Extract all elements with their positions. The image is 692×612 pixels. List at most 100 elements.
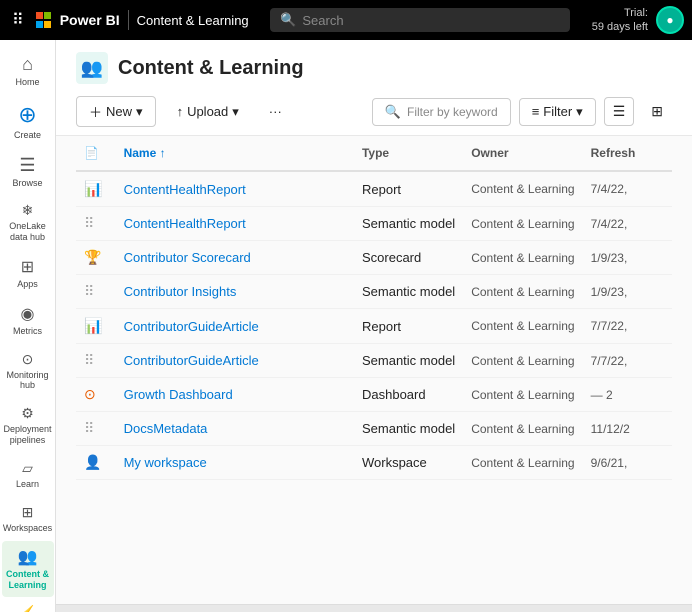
- sidebar-item-metrics[interactable]: ◉ Metrics: [2, 298, 54, 343]
- row-refresh: 7/7/22,: [583, 344, 672, 378]
- sidebar-label-apps: Apps: [17, 279, 38, 290]
- sidebar-item-content-learning[interactable]: 👥 Content & Learning: [2, 541, 54, 597]
- powerbi-icon: ⚡: [16, 605, 38, 612]
- toolbar: ＋ New ▾ ↑ Upload ▾ ··· 🔍 Filter by keywo…: [76, 96, 672, 135]
- search-icon: 🔍: [280, 12, 296, 28]
- sidebar-item-home[interactable]: ⌂ Home: [2, 48, 54, 94]
- workspaces-icon: ⊞: [22, 504, 34, 521]
- col-header-type[interactable]: Type: [354, 136, 463, 171]
- filter-keyword-label: Filter by keyword: [407, 105, 498, 119]
- view-list-button[interactable]: ☰: [604, 97, 635, 126]
- grid-menu-icon[interactable]: ⠿: [8, 6, 28, 34]
- col-header-owner[interactable]: Owner: [463, 136, 582, 171]
- report-icon: 📊: [84, 181, 103, 198]
- row-name[interactable]: Contributor Insights: [116, 275, 354, 309]
- deployment-icon: ⚙: [21, 405, 34, 422]
- col-header-refresh[interactable]: Refresh: [583, 136, 672, 171]
- sidebar-item-create[interactable]: ⊕ Create: [2, 96, 54, 147]
- sidebar-item-apps[interactable]: ⊞ Apps: [2, 251, 54, 296]
- table-row[interactable]: ⠿DocsMetadataSemantic modelContent & Lea…: [76, 412, 672, 446]
- row-name[interactable]: ContributorGuideArticle: [116, 309, 354, 344]
- search-bar[interactable]: 🔍: [270, 8, 570, 32]
- row-owner: Content & Learning: [463, 412, 582, 446]
- table-row[interactable]: ⠿ContributorGuideArticleSemantic modelCo…: [76, 344, 672, 378]
- row-name[interactable]: DocsMetadata: [116, 412, 354, 446]
- upload-label: Upload: [187, 104, 228, 119]
- table-row[interactable]: ⊙ Growth DashboardDashboardContent & Lear…: [76, 378, 672, 412]
- row-owner: Content & Learning: [463, 378, 582, 412]
- row-type-icon: ⠿: [76, 344, 116, 378]
- sidebar-item-learn[interactable]: ▱ Learn: [2, 454, 54, 496]
- row-owner: Content & Learning: [463, 309, 582, 344]
- row-owner: Content & Learning: [463, 171, 582, 207]
- list-view-icon: ☰: [613, 103, 626, 119]
- row-type: Semantic model: [354, 207, 463, 241]
- row-type: Dashboard: [354, 378, 463, 412]
- microsoft-logo: [36, 12, 52, 28]
- avatar[interactable]: ●: [656, 6, 684, 34]
- horizontal-scrollbar[interactable]: [56, 604, 692, 612]
- row-type-icon: 🏆: [76, 241, 116, 275]
- row-name[interactable]: ContributorGuideArticle: [116, 344, 354, 378]
- sidebar: ⌂ Home ⊕ Create ☰ Browse ❄ OneLake data …: [0, 40, 56, 612]
- table-row[interactable]: ⠿ContentHealthReportSemantic modelConten…: [76, 207, 672, 241]
- view-options-icon: ⊞: [651, 103, 663, 119]
- upload-button[interactable]: ↑ Upload ▾: [164, 98, 252, 126]
- row-name[interactable]: My workspace: [116, 446, 354, 480]
- row-type-icon: ⊙: [76, 378, 116, 412]
- scorecard-icon: 🏆: [84, 249, 101, 265]
- table-row[interactable]: 📊ContributorGuideArticleReportContent & …: [76, 309, 672, 344]
- table-row[interactable]: ⠿Contributor InsightsSemantic modelConte…: [76, 275, 672, 309]
- row-name[interactable]: ContentHealthReport: [116, 207, 354, 241]
- table-row[interactable]: 👤 My workspaceWorkspaceContent & Learning…: [76, 446, 672, 480]
- row-type: Scorecard: [354, 241, 463, 275]
- table-header-row: 📄 Name ↑ Type Owner Refresh: [76, 136, 672, 171]
- row-type: Semantic model: [354, 275, 463, 309]
- row-type-icon: ⠿: [76, 412, 116, 446]
- items-table-container[interactable]: 📄 Name ↑ Type Owner Refresh 📊 ContentHeal…: [56, 136, 692, 604]
- page-header: 👥 Content & Learning ＋ New ▾ ↑ Upload ▾ …: [56, 40, 692, 136]
- row-type-icon: 📊: [76, 309, 116, 344]
- microsoft-brand: Power BI: [36, 12, 120, 28]
- col-header-name[interactable]: Name ↑: [116, 136, 354, 171]
- row-name[interactable]: ContentHealthReport: [116, 171, 354, 207]
- dashboard-icon: ⊙: [84, 386, 96, 402]
- search-input[interactable]: [302, 13, 560, 28]
- row-refresh: 7/4/22,: [583, 207, 672, 241]
- sidebar-item-powerbi[interactable]: ⚡ Power BI: [2, 599, 54, 612]
- sidebar-label-browse: Browse: [12, 178, 42, 189]
- row-name[interactable]: Growth Dashboard: [116, 378, 354, 412]
- content-learning-icon: 👥: [18, 547, 38, 567]
- row-refresh: 11/12/2: [583, 412, 672, 446]
- table-row[interactable]: 🏆Contributor ScorecardScorecardContent &…: [76, 241, 672, 275]
- row-type: Semantic model: [354, 344, 463, 378]
- row-owner: Content & Learning: [463, 275, 582, 309]
- sidebar-item-workspaces[interactable]: ⊞ Workspaces: [2, 498, 54, 540]
- filter-button[interactable]: ≡ Filter ▾: [519, 98, 596, 126]
- more-button[interactable]: ···: [260, 98, 291, 125]
- semantic-icon: ⠿: [84, 215, 92, 231]
- metrics-icon: ◉: [21, 304, 35, 324]
- nav-workspace-label[interactable]: Content & Learning: [137, 13, 249, 28]
- upload-chevron-icon: ▾: [232, 104, 239, 120]
- table-row[interactable]: 📊ContentHealthReportReportContent & Lear…: [76, 171, 672, 207]
- sidebar-label-workspaces: Workspaces: [3, 523, 52, 534]
- workspace-icon: 👤: [84, 454, 101, 470]
- row-name[interactable]: Contributor Scorecard: [116, 241, 354, 275]
- row-type-icon: ⠿: [76, 207, 116, 241]
- new-button[interactable]: ＋ New ▾: [76, 96, 156, 127]
- filter-keyword-input[interactable]: 🔍 Filter by keyword: [372, 98, 511, 126]
- sidebar-label-learn: Learn: [16, 479, 39, 490]
- content-area: 👥 Content & Learning ＋ New ▾ ↑ Upload ▾ …: [56, 40, 692, 612]
- filter-label: Filter: [543, 104, 572, 119]
- browse-icon: ☰: [19, 155, 35, 176]
- sidebar-item-deployment[interactable]: ⚙ Deployment pipelines: [2, 399, 54, 452]
- row-owner: Content & Learning: [463, 446, 582, 480]
- sidebar-item-monitoring[interactable]: ⊙ Monitoring hub: [2, 345, 54, 398]
- sidebar-item-onelake[interactable]: ❄ OneLake data hub: [2, 196, 54, 249]
- home-icon: ⌂: [22, 54, 33, 75]
- sidebar-item-browse[interactable]: ☰ Browse: [2, 149, 54, 195]
- view-options-button[interactable]: ⊞: [642, 97, 672, 126]
- row-type: Workspace: [354, 446, 463, 480]
- plus-icon: ＋: [89, 102, 102, 121]
